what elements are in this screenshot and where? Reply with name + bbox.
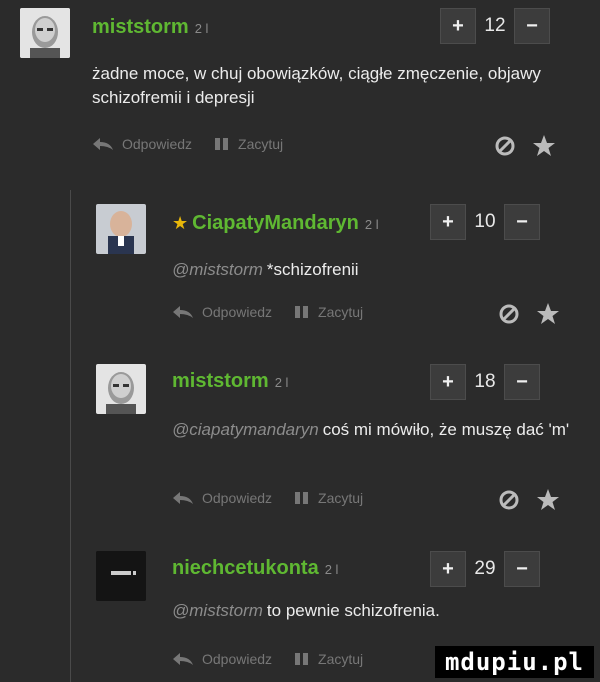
reply-button[interactable]: Odpowiedz	[172, 490, 272, 506]
comment-tools	[498, 488, 560, 512]
reply-arrow-icon	[173, 306, 193, 318]
comment-3: miststorm 2 l + 18 − @ciapatymandaryn coś …	[0, 350, 600, 535]
avatar-image	[20, 8, 70, 58]
comment-body: *schizofrenii	[266, 260, 359, 279]
star-icon[interactable]	[532, 134, 556, 158]
quote-label: Zacytuj	[318, 651, 364, 667]
quote-button[interactable]: Zacytuj	[294, 304, 363, 320]
comment-text: @miststorm to pewnie schizofrenia.	[172, 599, 572, 623]
comment-body: to pewnie schizofrenia.	[266, 601, 440, 620]
username-text[interactable]: niechcetukonta	[172, 557, 319, 579]
watermark-logo: mdupiu.pl	[434, 646, 594, 678]
reply-button[interactable]: Odpowiedz	[92, 136, 192, 152]
user-level: 2 l	[324, 562, 339, 577]
vote-box: + 12 −	[440, 8, 550, 44]
comment-body: coś mi mówiło, że muszę dać 'm'	[322, 420, 570, 439]
downvote-button[interactable]: −	[504, 204, 540, 240]
reply-arrow-icon	[173, 492, 193, 504]
quote-icon	[295, 306, 309, 318]
comment-actions: Odpowiedz Zacytuj	[172, 304, 385, 320]
star-icon[interactable]	[536, 488, 560, 512]
avatar[interactable]	[96, 551, 146, 601]
reply-button[interactable]: Odpowiedz	[172, 651, 272, 667]
vote-box: + 10 −	[430, 204, 540, 240]
avatar[interactable]	[96, 204, 146, 254]
quote-label: Zacytuj	[238, 136, 284, 152]
quote-icon	[295, 653, 309, 665]
downvote-button[interactable]: −	[504, 364, 540, 400]
upvote-button[interactable]: +	[430, 204, 466, 240]
username-text[interactable]: CiapatyMandaryn	[192, 212, 359, 234]
avatar-image	[96, 551, 146, 601]
block-icon[interactable]	[498, 488, 522, 512]
upvote-button[interactable]: +	[430, 551, 466, 587]
star-icon[interactable]	[536, 302, 560, 326]
quote-button[interactable]: Zacytuj	[294, 490, 363, 506]
quote-button[interactable]: Zacytuj	[214, 136, 283, 152]
block-icon[interactable]	[498, 302, 522, 326]
vote-box: + 18 −	[430, 364, 540, 400]
username-text[interactable]: miststorm	[92, 16, 189, 38]
reply-arrow-icon	[173, 653, 193, 665]
mention-link[interactable]: @ciapatymandaryn	[172, 420, 319, 439]
username[interactable]: niechcetukonta 2 l	[172, 557, 338, 580]
quote-button[interactable]: Zacytuj	[294, 651, 363, 667]
avatar-image	[96, 364, 146, 414]
vote-count: 29	[474, 558, 496, 579]
reply-button[interactable]: Odpowiedz	[172, 304, 272, 320]
comment-text: @ciapatymandaryn coś mi mówiło, że muszę …	[172, 418, 582, 442]
star-icon: ★	[172, 213, 189, 233]
user-level: 2 l	[274, 375, 289, 390]
comment-text: żadne moce, w chuj obowiązków, ciągłe zm…	[92, 64, 541, 107]
comment-1: miststorm 2 l + 12 − żadne moce, w chuj o…	[0, 0, 600, 190]
quote-icon	[215, 138, 229, 150]
username[interactable]: miststorm 2 l	[92, 16, 208, 39]
upvote-button[interactable]: +	[440, 8, 476, 44]
comment-actions: Odpowiedz Zacytuj	[92, 136, 305, 152]
vote-box: + 29 −	[430, 551, 540, 587]
avatar-image	[96, 204, 146, 254]
quote-label: Zacytuj	[318, 490, 364, 506]
reply-label: Odpowiedz	[202, 651, 273, 667]
upvote-button[interactable]: +	[430, 364, 466, 400]
mention-link[interactable]: @miststorm	[172, 260, 263, 279]
comment-tools	[498, 302, 560, 326]
mention-link[interactable]: @miststorm	[172, 601, 263, 620]
downvote-button[interactable]: −	[514, 8, 550, 44]
vote-count: 10	[474, 211, 496, 232]
username-text[interactable]: miststorm	[172, 370, 269, 392]
vote-count: 12	[484, 15, 506, 36]
downvote-button[interactable]: −	[504, 551, 540, 587]
reply-arrow-icon	[93, 138, 113, 150]
quote-icon	[295, 492, 309, 504]
reply-label: Odpowiedz	[202, 304, 273, 320]
username[interactable]: miststorm 2 l	[172, 370, 288, 393]
username[interactable]: ★ CiapatyMandaryn 2 l	[172, 212, 379, 235]
comment-2: ★ CiapatyMandaryn 2 l + 10 − @miststorm *sc…	[0, 190, 600, 350]
comment-actions: Odpowiedz Zacytuj	[172, 490, 385, 506]
quote-label: Zacytuj	[318, 304, 364, 320]
avatar[interactable]	[20, 8, 70, 58]
avatar[interactable]	[96, 364, 146, 414]
reply-label: Odpowiedz	[122, 136, 193, 152]
user-level: 2 l	[364, 217, 379, 232]
comment-text: @miststorm *schizofrenii	[172, 258, 572, 282]
reply-label: Odpowiedz	[202, 490, 273, 506]
comment-tools	[494, 134, 556, 158]
user-level: 2 l	[194, 21, 209, 36]
vote-count: 18	[474, 371, 496, 392]
comment-actions: Odpowiedz Zacytuj	[172, 651, 385, 667]
block-icon[interactable]	[494, 134, 518, 158]
